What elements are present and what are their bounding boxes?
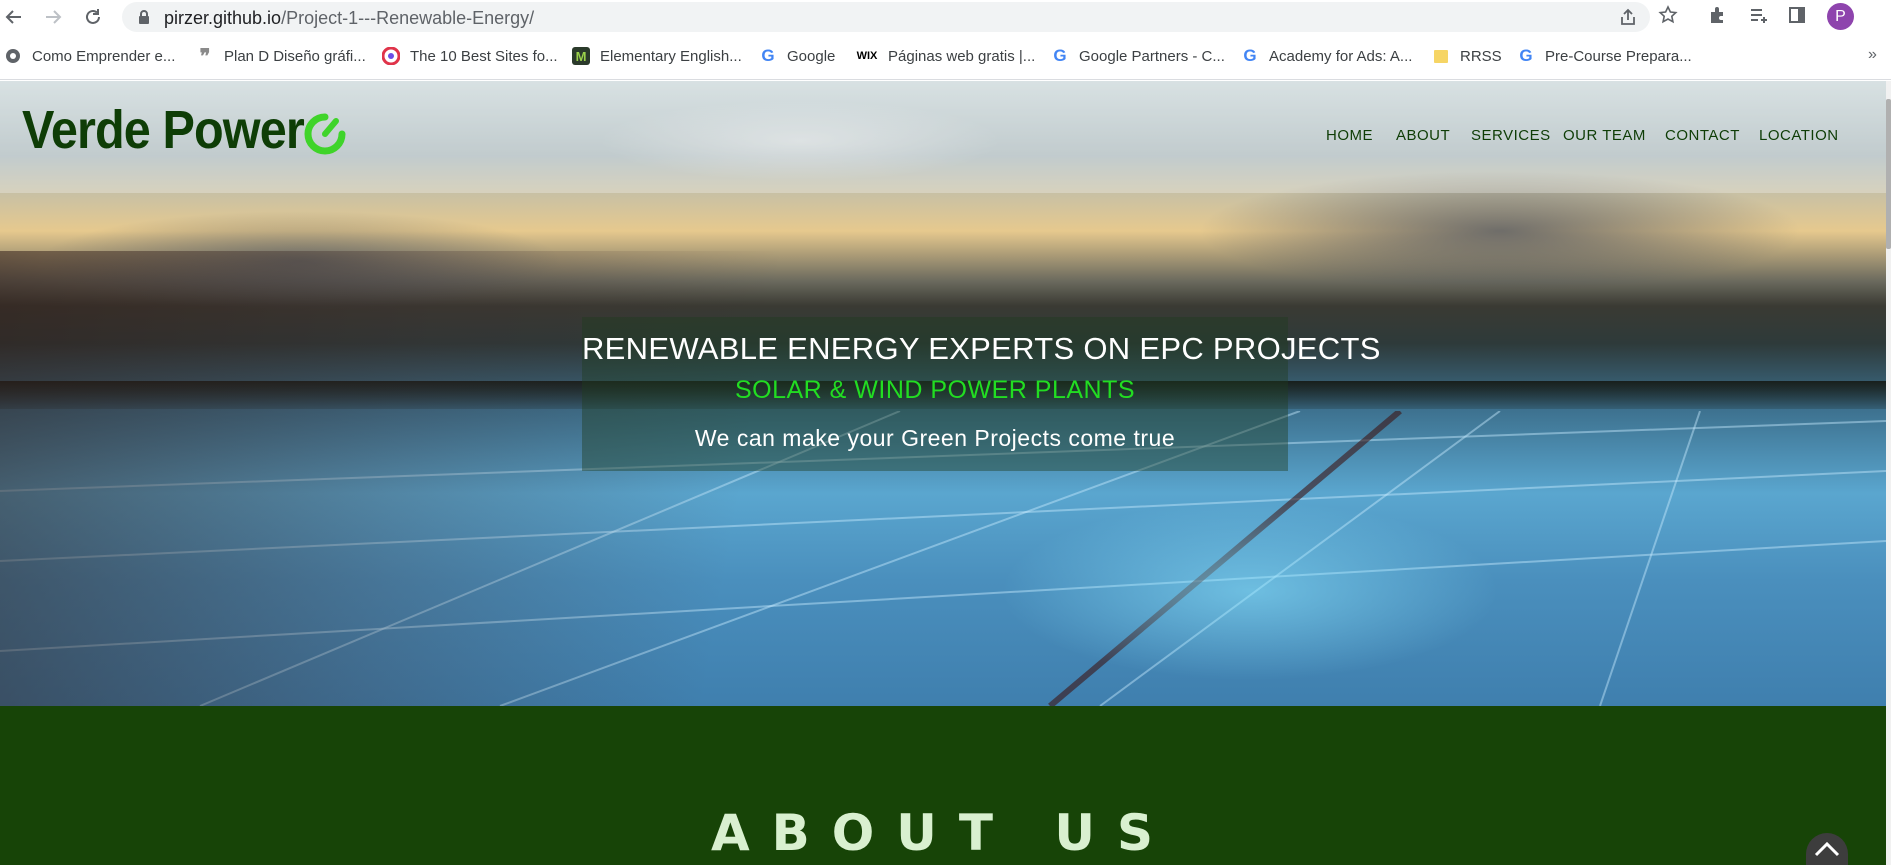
reading-list-icon[interactable]	[1748, 5, 1768, 25]
bookmark-item[interactable]: G Academy for Ads: A...	[1241, 45, 1412, 67]
nav-home[interactable]: HOME	[1326, 127, 1373, 144]
site-logo[interactable]: Verde Power	[22, 99, 305, 161]
bookmark-item[interactable]: RRSS	[1432, 45, 1502, 67]
nav-contact[interactable]: CONTACT	[1665, 127, 1740, 144]
chevron-up-icon	[1814, 841, 1840, 857]
bookmark-label: Plan D Diseño gráfi...	[224, 47, 366, 65]
side-panel-icon[interactable]	[1787, 5, 1807, 25]
google-icon: G	[1519, 46, 1533, 65]
browser-toolbar: pirzer.github.io/Project-1---Renewable-E…	[0, 0, 1891, 34]
bookmark-item[interactable]: The 10 Best Sites fo...	[382, 45, 558, 67]
hero-text-box: RENEWABLE ENERGY EXPERTS ON EPC PROJECTS…	[582, 317, 1381, 471]
url-host: pirzer.github.io	[164, 8, 282, 28]
bookmark-item[interactable]: G Google	[759, 45, 835, 67]
bookmark-label: Google Partners - C...	[1079, 47, 1225, 65]
star-icon[interactable]	[1658, 5, 1678, 25]
bookmark-item[interactable]: M Elementary English...	[572, 45, 742, 67]
google-icon: G	[761, 46, 775, 65]
extensions-icon[interactable]	[1707, 5, 1727, 25]
share-icon[interactable]	[1618, 7, 1638, 27]
site-navbar: Verde Power HOME ABOUT SERVICES OUR TEAM…	[0, 81, 1886, 193]
google-icon: G	[1243, 46, 1257, 65]
bookmark-item[interactable]: WIX Páginas web gratis |...	[856, 45, 1036, 67]
wix-icon: WIX	[856, 50, 878, 62]
hero-section: Verde Power HOME ABOUT SERVICES OUR TEAM…	[0, 81, 1886, 706]
m-icon: M	[572, 47, 590, 65]
bookmark-item[interactable]: Como Emprender e...	[4, 45, 175, 67]
reload-icon	[86, 9, 100, 24]
nav-services[interactable]: SERVICES	[1471, 127, 1551, 144]
google-icon: G	[1053, 46, 1067, 65]
arrow-right-icon	[46, 10, 62, 24]
profile-avatar[interactable]: P	[1827, 3, 1854, 30]
hero-glow	[1000, 501, 1500, 681]
more-bookmarks-button[interactable]: »	[1868, 46, 1877, 64]
bookmark-item[interactable]: G Google Partners - C...	[1051, 45, 1225, 67]
swirl-icon	[382, 47, 400, 65]
globe-icon	[4, 47, 22, 65]
nav-location[interactable]: LOCATION	[1759, 127, 1839, 144]
bookmark-label: Como Emprender e...	[32, 47, 176, 65]
bookmark-label: The 10 Best Sites fo...	[410, 47, 558, 65]
bookmarks-bar: Como Emprender e... ❞ Plan D Diseño gráf…	[0, 34, 1891, 80]
hero-title: RENEWABLE ENERGY EXPERTS ON EPC PROJECTS	[582, 331, 1381, 366]
bookmark-label: RRSS	[1460, 47, 1502, 65]
bookmark-label: Pre-Course Prepara...	[1545, 47, 1692, 65]
page-scrollbar[interactable]	[1886, 81, 1891, 865]
arrow-left-icon	[5, 10, 21, 24]
lock-icon	[139, 10, 149, 24]
reload-button[interactable]	[80, 4, 106, 30]
about-section: ABOUT US	[0, 706, 1886, 865]
forward-button[interactable]	[40, 4, 66, 30]
back-button[interactable]	[1, 4, 27, 30]
nav-our-team[interactable]: OUR TEAM	[1563, 127, 1646, 144]
bookmark-label: Páginas web gratis |...	[888, 47, 1036, 65]
url-path: /Project-1---Renewable-Energy/	[281, 8, 535, 28]
bookmark-label: Elementary English...	[600, 47, 742, 65]
bookmark-item[interactable]: G Pre-Course Prepara...	[1517, 45, 1692, 67]
power-icon	[304, 113, 346, 155]
scrollbar-thumb[interactable]	[1886, 99, 1891, 249]
about-title: ABOUT US	[710, 804, 1176, 862]
bookmark-label: Google	[787, 47, 836, 65]
hero-subtitle: SOLAR & WIND POWER PLANTS	[734, 376, 1136, 404]
quote-icon: ❞	[199, 45, 211, 68]
bookmark-label: Academy for Ads: A...	[1269, 47, 1413, 65]
folder-icon	[1432, 47, 1450, 65]
url-text: pirzer.github.io/Project-1---Renewable-E…	[164, 8, 534, 29]
nav-about[interactable]: ABOUT	[1396, 127, 1450, 144]
address-bar[interactable]: pirzer.github.io/Project-1---Renewable-E…	[122, 2, 1650, 32]
bookmark-item[interactable]: ❞ Plan D Diseño gráfi...	[196, 45, 366, 68]
hero-tagline: We can make your Green Projects come tru…	[694, 425, 1176, 451]
web-page: Verde Power HOME ABOUT SERVICES OUR TEAM…	[0, 81, 1886, 865]
